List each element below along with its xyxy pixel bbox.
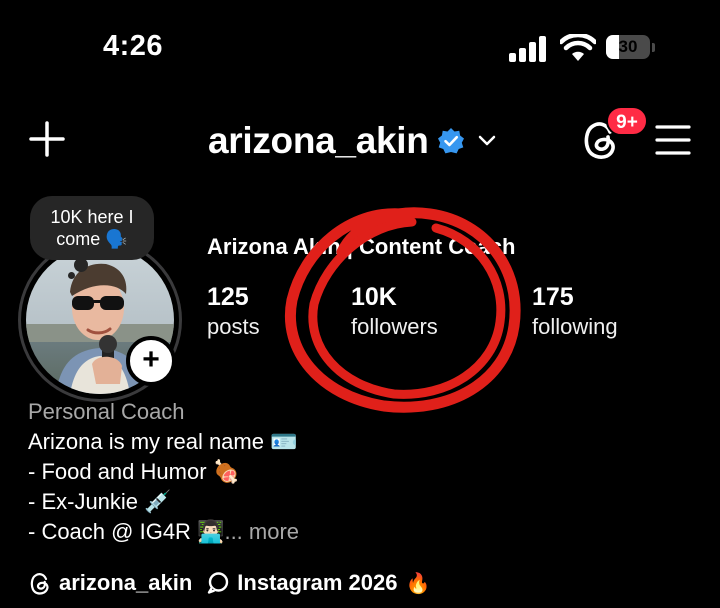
account-switcher[interactable]: arizona_akin xyxy=(208,118,497,164)
bio-line-3: - Ex-Junkie 💉 xyxy=(28,489,172,514)
posts-stat[interactable]: 125 posts xyxy=(207,282,260,342)
note-bubble-tail xyxy=(74,258,88,272)
add-story-button[interactable]: + xyxy=(126,336,176,386)
following-label: following xyxy=(532,314,618,339)
threads-small-icon xyxy=(30,573,49,595)
bio-line-4-row: - Coach @ IG4R 👨🏻‍💻... more xyxy=(28,519,299,545)
followers-count: 10K xyxy=(351,283,397,311)
battery-level-text: 30 xyxy=(618,37,638,56)
broadcast-channel-link[interactable]: Instagram 2026 🔥 xyxy=(206,570,430,596)
menu-icon[interactable] xyxy=(654,122,692,158)
username: arizona_akin xyxy=(208,120,429,161)
threads-handle: arizona_akin xyxy=(59,570,193,595)
following-count: 175 xyxy=(532,283,574,311)
plus-icon[interactable] xyxy=(28,120,66,158)
more-link[interactable]: more xyxy=(249,519,299,544)
display-name: Arizona Akin | Content Coach xyxy=(207,234,516,259)
note-bubble[interactable]: 10K here I come 🗣️ xyxy=(30,196,154,260)
profile-category: Personal Coach xyxy=(28,399,185,424)
bio-line-4: - Coach @ IG4R 👨🏻‍💻 xyxy=(28,519,225,544)
status-time: 4:26 xyxy=(103,30,164,62)
notification-badge: 9+ xyxy=(606,106,648,136)
verified-icon xyxy=(437,128,464,154)
cellular-signal-icon xyxy=(509,36,546,62)
channel-emoji: 🔥 xyxy=(405,572,431,595)
note-bubble-tail-dot xyxy=(68,272,75,279)
battery-indicator: 30 xyxy=(606,35,656,61)
followers-label: followers xyxy=(351,314,438,339)
channel-name: Instagram 2026 xyxy=(237,570,398,595)
threads-profile-link[interactable]: arizona_akin xyxy=(28,570,192,596)
wifi-icon xyxy=(560,34,596,61)
profile-links-row: arizona_akin Instagram 2026 🔥 xyxy=(28,566,430,600)
posts-label: posts xyxy=(207,314,260,339)
bio-line-2: - Food and Humor 🍖 xyxy=(28,459,241,484)
bio-ellipsis: ... xyxy=(224,519,243,544)
channel-icon xyxy=(208,572,229,594)
bio-line-1: Arizona is my real name 🪪 xyxy=(28,429,298,454)
followers-stat[interactable]: 10K followers xyxy=(351,282,438,342)
chevron-down-icon xyxy=(478,135,495,146)
following-stat[interactable]: 175 following xyxy=(532,282,618,342)
posts-count: 125 xyxy=(207,283,249,311)
